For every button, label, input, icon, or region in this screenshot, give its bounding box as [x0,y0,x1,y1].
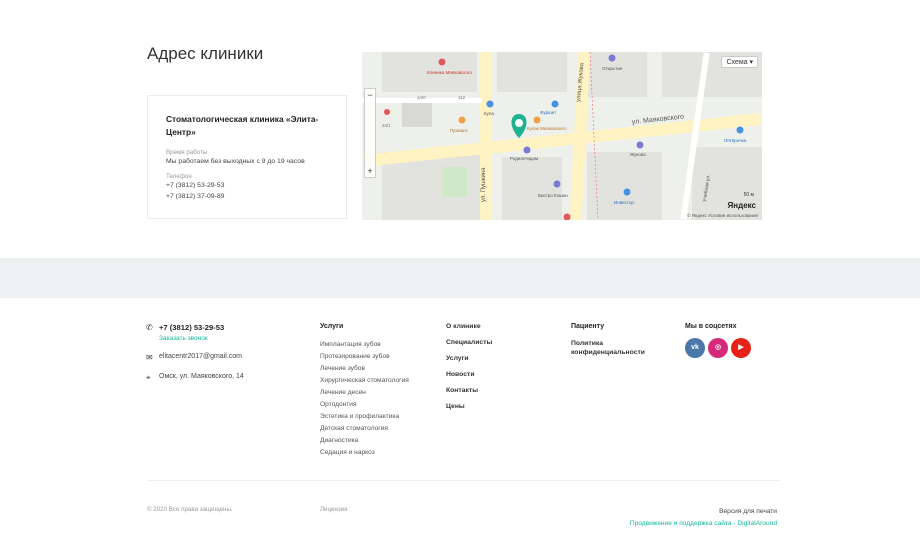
poi-pin-icon[interactable] [553,180,561,188]
phone-icon: ✆ [146,323,153,332]
nav-link-prices[interactable]: Цены [446,399,492,415]
footer-divider [147,480,780,481]
privacy-policy-link[interactable]: Политика конфиденциальности [571,339,661,357]
patient-heading[interactable]: Пациенту [571,323,604,330]
nav-link-specialists[interactable]: Специалисты [446,335,492,351]
youtube-icon[interactable]: ▶ [731,338,751,358]
map-house-number: 112 [458,95,466,100]
map-scale: 50 м [743,192,754,198]
map-poi-label: Открытие [602,66,623,71]
map-house-number: 1/20 [417,95,426,100]
service-link[interactable]: Имплантация зубов [320,339,409,351]
services-list: Имплантация зубов Протезирование зубов Л… [320,339,409,459]
poi-pin-icon[interactable] [523,146,531,154]
map-poi-label: Кулак Маяковского [527,126,567,131]
service-link[interactable]: Лечение зубов [320,363,409,375]
address-title: Адрес клиники [147,44,264,63]
footer: ✆ +7 (3812) 53-29-53 Заказать звонок ✉ e… [0,298,920,544]
map-copyright[interactable]: © Яндекс Условия использования [687,213,758,218]
email-icon: ✉ [146,353,153,362]
footer-band [0,258,920,298]
service-link[interactable]: Ортодонтия [320,399,409,411]
poi-pin-icon[interactable] [563,213,571,221]
clinic-marker-icon[interactable] [511,114,527,138]
service-link[interactable]: Протезирование зубов [320,351,409,363]
location-icon: ⌖ [146,373,151,382]
copyright: © 2020 Все права защищены. [147,506,233,513]
phone-1[interactable]: +7 (3812) 53-29-53 [166,182,224,189]
map-canvas[interactable]: ул. Маяковского ул. Пушкина улица Жукова… [362,52,762,220]
clinic-name: Стоматологическая клиника «Элита-Центр» [166,114,319,137]
map-poi-label: Фуршет [540,110,556,115]
map-poi-label: Жукова [630,152,646,157]
footer-email[interactable]: elitacentr2017@gmail.com [159,353,242,360]
zoom-out-button[interactable]: − [365,90,375,100]
nav-link-about[interactable]: О клинике [446,319,492,335]
map-poi-label: Прованс [450,128,469,133]
map-scheme-button[interactable]: Схема ▾ [721,56,758,68]
poi-pin-icon[interactable] [608,54,616,62]
nav-link-contacts[interactable]: Контакты [446,383,492,399]
about-list: О клинике Специалисты Услуги Новости Кон… [446,319,492,415]
map-poi-label: Пятёрочка [724,138,747,143]
map-zoom-control[interactable]: − + [364,88,376,178]
map-poi-label: Инвестор [614,200,634,205]
map-poi-label: Бистро Кэшин [538,193,568,198]
hours-label: Время работы [166,149,208,156]
license-link[interactable]: Лицензия [320,506,348,513]
poi-pin-icon[interactable] [438,58,446,66]
phone-label: Телефон [166,173,192,180]
map-house-number: 34/1 [382,123,391,128]
service-link[interactable]: Детская стоматология [320,423,409,435]
service-link[interactable]: Хирургическая стоматология [320,375,409,387]
address-section: Адрес клиники Стоматологическая клиника … [0,0,920,258]
poi-pin-icon[interactable] [533,116,541,124]
developer-link[interactable]: Продвижение и поддержка сайта - DigitalA… [630,520,777,527]
footer-address: Омск, ул. Маяковского, 14 [159,373,244,380]
nav-link-news[interactable]: Новости [446,367,492,383]
service-link[interactable]: Лечение десен [320,387,409,399]
poi-pin-icon[interactable] [736,126,744,134]
instagram-icon[interactable]: ◎ [708,338,728,358]
poi-pin-icon[interactable] [623,188,631,196]
service-link[interactable]: Диагностика [320,435,409,447]
service-link[interactable]: Седация и наркоз [320,447,409,459]
poi-pin-icon[interactable] [458,116,466,124]
map-poi-label: Клиника Маяковского [427,70,472,75]
phone-2[interactable]: +7 (3812) 37-09-89 [166,193,224,200]
footer-phone[interactable]: +7 (3812) 53-29-53 [159,323,224,332]
hours-value: Мы работаем без выходных с 9 до 19 часов [166,158,305,165]
service-link[interactable]: Эстетика и профилактика [320,411,409,423]
services-heading[interactable]: Услуги [320,323,343,330]
callback-link[interactable]: Заказать звонок [159,335,208,342]
map-poi-label: Кула [484,111,494,116]
map-widget[interactable]: ул. Маяковского ул. Пушкина улица Жукова… [362,52,762,220]
map-poi-label: Родилетидом [510,156,538,161]
nav-link-services[interactable]: Услуги [446,351,492,367]
poi-pin-icon[interactable] [551,100,559,108]
zoom-in-button[interactable]: + [365,166,375,176]
vk-icon[interactable]: vk [685,338,705,358]
print-version-link[interactable]: Версия для печати [719,508,777,515]
clinic-card: Стоматологическая клиника «Элита-Центр» … [147,95,347,219]
poi-pin-icon[interactable] [384,109,390,115]
social-heading: Мы в соцсетях [685,323,737,330]
yandex-logo[interactable]: Яндекс [728,201,756,210]
poi-pin-icon[interactable] [636,141,644,149]
poi-pin-icon[interactable] [486,100,494,108]
map-street-label: ул. Пушкина [481,167,487,202]
